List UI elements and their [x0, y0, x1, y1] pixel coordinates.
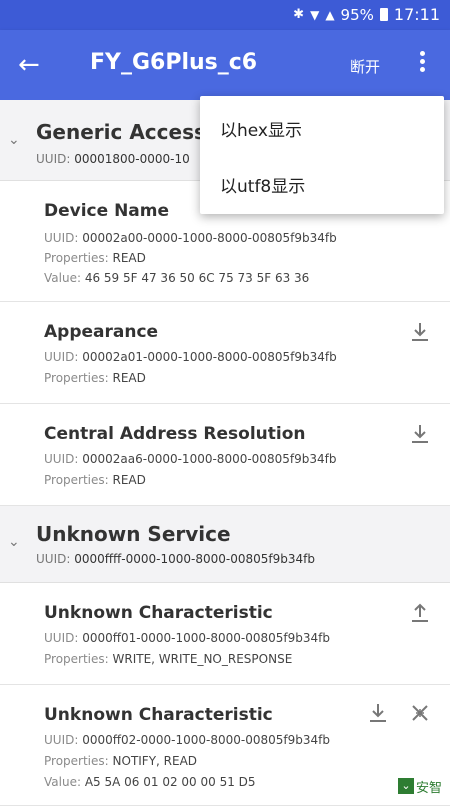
signal-icon: ▲: [325, 7, 335, 22]
characteristic-name: Appearance: [44, 322, 159, 342]
characteristic-row[interactable]: Appearance UUID: 00002a01-0000-1000-8000…: [0, 302, 450, 404]
download-icon[interactable]: [366, 701, 390, 725]
service-name: Unknown Service: [36, 522, 231, 546]
clock: 17:11: [393, 5, 440, 24]
characteristic-uuid: UUID: 0000ff01-0000-1000-8000-00805f9b34…: [44, 631, 330, 645]
back-arrow-icon[interactable]: ←: [18, 50, 48, 80]
characteristic-uuid: UUID: 00002aa6-0000-1000-8000-00805f9b34…: [44, 452, 337, 466]
characteristic-uuid: UUID: 0000ff02-0000-1000-8000-00805f9b34…: [44, 733, 330, 747]
characteristic-properties: Properties: WRITE, WRITE_NO_RESPONSE: [44, 652, 293, 666]
overflow-menu: 以hex显示 以utf8显示: [200, 96, 444, 214]
menu-item-show-hex[interactable]: 以hex显示: [220, 116, 302, 141]
characteristic-name: Unknown Characteristic: [44, 603, 273, 623]
characteristic-properties: Properties: READ: [44, 473, 146, 487]
wifi-icon: ▼: [310, 7, 320, 22]
service-name: Generic Access: [36, 120, 206, 144]
watermark-text: 安智: [416, 780, 443, 796]
characteristic-name: Unknown Characteristic: [44, 705, 273, 725]
characteristic-uuid: UUID: 00002a00-0000-1000-8000-00805f9b34…: [44, 231, 337, 245]
characteristic-uuid: UUID: 00002a01-0000-1000-8000-00805f9b34…: [44, 350, 337, 364]
characteristic-name: Central Address Resolution: [44, 424, 306, 444]
characteristic-properties: Properties: NOTIFY, READ: [44, 754, 198, 768]
download-icon[interactable]: [408, 422, 432, 446]
characteristic-properties: Properties: READ: [44, 251, 146, 265]
watermark-logo-icon: ⌄: [398, 778, 414, 794]
battery-icon: [379, 8, 388, 21]
upload-icon[interactable]: [408, 601, 432, 625]
notify-off-icon[interactable]: [408, 701, 432, 725]
watermark: ⌄ 安智: [398, 772, 450, 800]
more-options-icon[interactable]: [412, 48, 432, 82]
characteristic-properties: Properties: READ: [44, 371, 146, 385]
status-bar: ✱ ▼ ▲ 95% 17:11: [0, 0, 450, 30]
characteristic-name: Device Name: [44, 201, 170, 221]
page-title: FY_G6Plus_c6: [90, 50, 258, 75]
disconnect-button[interactable]: 断开: [350, 56, 380, 77]
characteristic-value: Value: A5 5A 06 01 02 00 00 51 D5: [44, 775, 256, 789]
characteristic-value: Value: 46 59 5F 47 36 50 6C 75 73 5F 63 …: [44, 271, 310, 285]
service-uuid: UUID: 00001800-0000-10: [36, 152, 190, 166]
characteristic-row[interactable]: Central Address Resolution UUID: 00002aa…: [0, 404, 450, 506]
service-header[interactable]: ⌄ Unknown Service UUID: 0000ffff-0000-10…: [0, 506, 450, 583]
bluetooth-icon: ✱: [293, 7, 305, 22]
characteristic-row[interactable]: Unknown Characteristic UUID: 0000ff01-00…: [0, 583, 450, 685]
download-icon[interactable]: [408, 320, 432, 344]
service-uuid: UUID: 0000ffff-0000-1000-8000-00805f9b34…: [36, 552, 315, 566]
battery-percent: 95%: [340, 5, 374, 24]
app-bar: ← FY_G6Plus_c6 断开: [0, 30, 450, 100]
menu-item-show-utf8[interactable]: 以utf8显示: [220, 172, 305, 197]
chevron-down-icon: ⌄: [8, 534, 20, 550]
characteristic-row[interactable]: Unknown Characteristic UUID: 0000ff02-00…: [0, 685, 450, 806]
chevron-down-icon: ⌄: [8, 132, 20, 148]
